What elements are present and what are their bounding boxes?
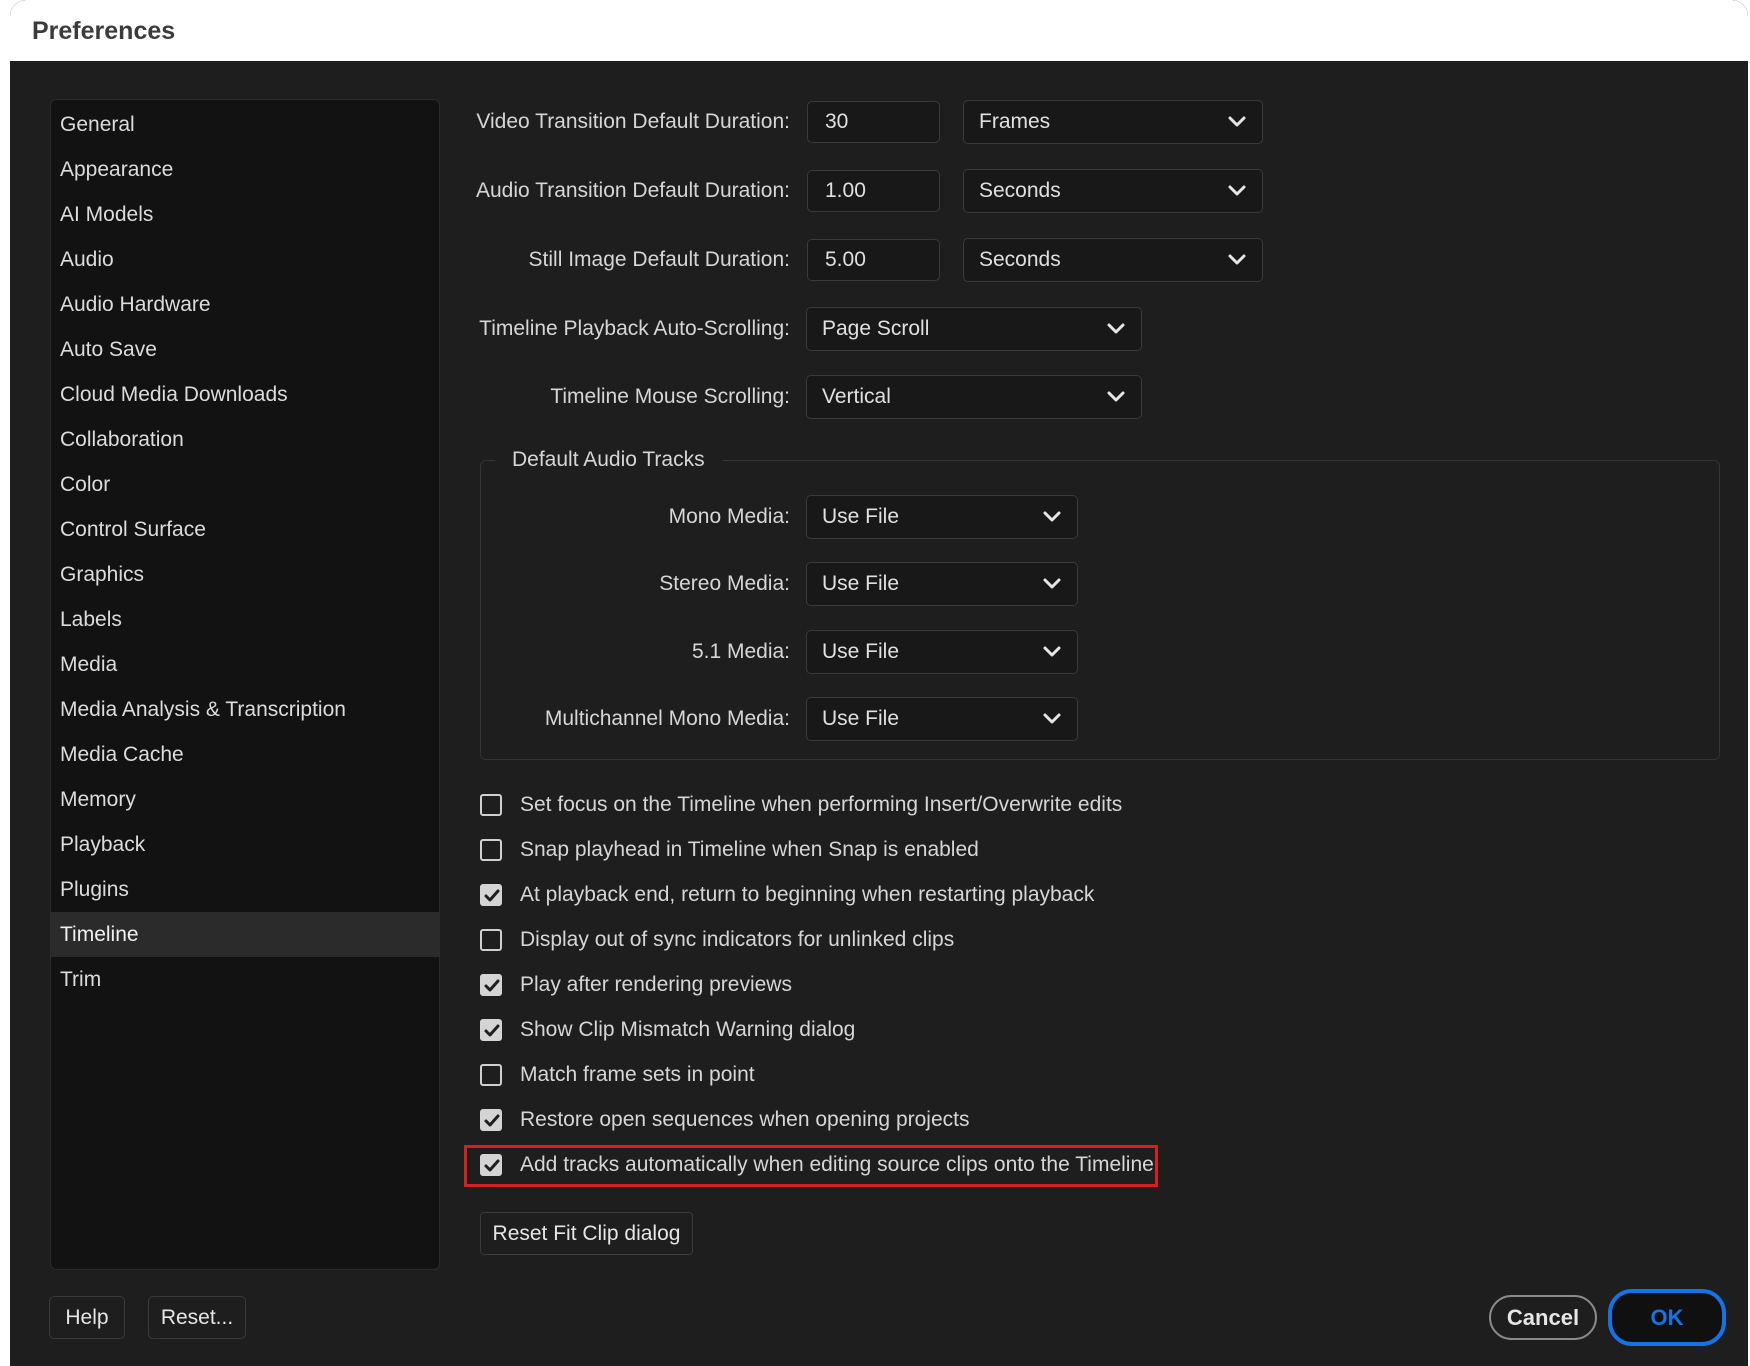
- surround-media-value: Use File: [822, 640, 900, 663]
- default-audio-tracks-title: Default Audio Tracks: [495, 446, 723, 474]
- set-focus-label: Set focus on the Timeline when performin…: [520, 793, 1123, 816]
- chevron-down-icon: [1043, 713, 1061, 724]
- sidebar-item-memory[interactable]: Memory: [51, 777, 439, 822]
- still-image-duration-label: Still Image Default Duration:: [528, 248, 790, 271]
- help-button[interactable]: Help: [49, 1296, 125, 1339]
- snap-playhead-checkbox[interactable]: [480, 839, 502, 861]
- checkmark-icon: [484, 1159, 500, 1172]
- match-frame-checkbox[interactable]: [480, 1064, 502, 1086]
- reset-fit-clip-button[interactable]: Reset Fit Clip dialog: [480, 1212, 693, 1255]
- sidebar-item-plugins[interactable]: Plugins: [51, 867, 439, 912]
- cancel-button[interactable]: Cancel: [1489, 1295, 1597, 1340]
- mono-media-label: Mono Media:: [668, 505, 790, 528]
- stereo-media-value: Use File: [822, 572, 900, 595]
- restore-sequences-label: Restore open sequences when opening proj…: [520, 1108, 970, 1131]
- stereo-media-select[interactable]: Use File: [806, 562, 1078, 606]
- checkmark-icon: [484, 979, 500, 992]
- mono-media-value: Use File: [822, 505, 900, 528]
- sidebar-item-media-cache[interactable]: Media Cache: [51, 732, 439, 777]
- chevron-down-icon: [1228, 185, 1246, 196]
- chevron-down-icon: [1043, 646, 1061, 657]
- set-focus-checkbox[interactable]: [480, 794, 502, 816]
- sidebar-item-audio[interactable]: Audio: [51, 237, 439, 282]
- sidebar-item-collaboration[interactable]: Collaboration: [51, 417, 439, 462]
- audio-transition-duration-label: Audio Transition Default Duration:: [475, 179, 790, 202]
- mono-media-select[interactable]: Use File: [806, 495, 1078, 539]
- sidebar-item-control-surface[interactable]: Control Surface: [51, 507, 439, 552]
- multichannel-media-select[interactable]: Use File: [806, 697, 1078, 741]
- clip-mismatch-label: Show Clip Mismatch Warning dialog: [520, 1018, 856, 1041]
- out-of-sync-checkbox[interactable]: [480, 929, 502, 951]
- add-tracks-checkbox[interactable]: [480, 1154, 502, 1176]
- multichannel-media-value: Use File: [822, 707, 900, 730]
- snap-playhead-label: Snap playhead in Timeline when Snap is e…: [520, 838, 979, 861]
- chevron-down-icon: [1107, 391, 1125, 402]
- chevron-down-icon: [1228, 254, 1246, 265]
- play-after-rendering-label: Play after rendering previews: [520, 973, 792, 996]
- add-tracks-label: Add tracks automatically when editing so…: [520, 1153, 1154, 1176]
- sidebar-item-auto-save[interactable]: Auto Save: [51, 327, 439, 372]
- chevron-down-icon: [1043, 578, 1061, 589]
- sidebar-item-cloud-media-downloads[interactable]: Cloud Media Downloads: [51, 372, 439, 417]
- sidebar-item-general[interactable]: General: [51, 102, 439, 147]
- still-image-duration-input[interactable]: 5.00: [807, 239, 940, 281]
- dialog-title: Preferences: [32, 17, 176, 45]
- video-transition-unit-select[interactable]: Frames: [963, 100, 1263, 144]
- playback-end-checkbox[interactable]: [480, 884, 502, 906]
- sidebar-item-media-analysis[interactable]: Media Analysis & Transcription: [51, 687, 439, 732]
- still-image-unit-value: Seconds: [979, 248, 1061, 271]
- chevron-down-icon: [1228, 116, 1246, 127]
- multichannel-media-label: Multichannel Mono Media:: [544, 707, 790, 730]
- autoscroll-select[interactable]: Page Scroll: [806, 307, 1142, 351]
- clip-mismatch-checkbox[interactable]: [480, 1019, 502, 1041]
- checkmark-icon: [484, 889, 500, 902]
- mouse-scrolling-label: Timeline Mouse Scrolling:: [550, 385, 790, 408]
- preferences-sidebar: General Appearance AI Models Audio Audio…: [50, 99, 440, 1270]
- chevron-down-icon: [1043, 511, 1061, 522]
- autoscroll-value: Page Scroll: [822, 317, 930, 340]
- sidebar-item-graphics[interactable]: Graphics: [51, 552, 439, 597]
- sidebar-item-color[interactable]: Color: [51, 462, 439, 507]
- video-transition-unit-value: Frames: [979, 110, 1051, 133]
- autoscroll-label: Timeline Playback Auto-Scrolling:: [479, 317, 790, 340]
- playback-end-label: At playback end, return to beginning whe…: [520, 883, 1095, 906]
- sidebar-item-appearance[interactable]: Appearance: [51, 147, 439, 192]
- sidebar-item-playback[interactable]: Playback: [51, 822, 439, 867]
- surround-media-label: 5.1 Media:: [691, 640, 790, 663]
- sidebar-item-timeline[interactable]: Timeline: [51, 912, 439, 957]
- audio-transition-duration-input[interactable]: 1.00: [807, 170, 940, 212]
- match-frame-label: Match frame sets in point: [520, 1063, 755, 1086]
- checkmark-icon: [484, 1114, 500, 1127]
- preferences-dialog: Preferences General Appearance AI Models…: [10, 0, 1748, 1366]
- surround-media-select[interactable]: Use File: [806, 630, 1078, 674]
- sidebar-item-labels[interactable]: Labels: [51, 597, 439, 642]
- chevron-down-icon: [1107, 323, 1125, 334]
- sidebar-item-media[interactable]: Media: [51, 642, 439, 687]
- stereo-media-label: Stereo Media:: [659, 572, 790, 595]
- play-after-rendering-checkbox[interactable]: [480, 974, 502, 996]
- checkmark-icon: [484, 1024, 500, 1037]
- title-bar: Preferences: [10, 0, 1748, 61]
- reset-button[interactable]: Reset...: [148, 1296, 246, 1339]
- audio-transition-unit-select[interactable]: Seconds: [963, 169, 1263, 213]
- ok-button[interactable]: OK: [1608, 1289, 1726, 1346]
- audio-transition-unit-value: Seconds: [979, 179, 1061, 202]
- still-image-unit-select[interactable]: Seconds: [963, 238, 1263, 282]
- restore-sequences-checkbox[interactable]: [480, 1109, 502, 1131]
- video-transition-duration-input[interactable]: 30: [807, 101, 940, 143]
- mouse-scrolling-value: Vertical: [822, 385, 891, 408]
- video-transition-duration-label: Video Transition Default Duration:: [476, 110, 790, 133]
- sidebar-item-trim[interactable]: Trim: [51, 957, 439, 1002]
- mouse-scrolling-select[interactable]: Vertical: [806, 375, 1142, 419]
- sidebar-item-audio-hardware[interactable]: Audio Hardware: [51, 282, 439, 327]
- sidebar-item-ai-models[interactable]: AI Models: [51, 192, 439, 237]
- out-of-sync-label: Display out of sync indicators for unlin…: [520, 928, 955, 951]
